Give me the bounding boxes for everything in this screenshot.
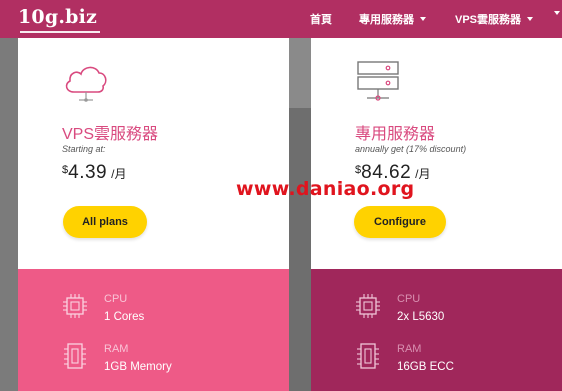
spec-label: RAM [397,343,422,355]
cpu-icon [355,293,381,324]
nav-home-label: 首頁 [310,14,332,26]
plan-card-dedicated: 專用服務器 annually get (17% discount) $84.62… [311,38,562,391]
spec-label: CPU [397,293,421,305]
chevron-down-icon [554,11,560,15]
spec-value: 2x L5630 [397,311,445,323]
site-logo[interactable]: 10g.biz [18,6,97,28]
price-period: /月 [415,167,431,181]
page-gutter [0,38,18,391]
watermark-text: www.daniao.org [236,178,415,200]
spec-label: CPU [104,293,128,305]
card-gap [289,38,311,391]
plan-subtitle: annually get (17% discount) [355,144,467,154]
all-plans-button[interactable]: All plans [63,206,147,238]
top-navbar: 10g.biz 首頁 專用服務器 VPS雲服務器 [0,0,562,38]
plan-subtitle: Starting at: [62,144,106,154]
nav-home[interactable]: 首頁 [310,11,332,27]
cloud-icon [62,60,110,111]
plan-card-vps: VPS雲服務器 Starting at: $4.39/月 All plans C… [18,38,289,391]
ram-icon [64,342,86,375]
ram-icon [357,342,379,375]
nav-overflow-caret[interactable] [554,11,560,15]
price-currency: $ [355,164,362,176]
logo-underline [20,31,100,33]
price-period: /月 [111,167,127,181]
nav-vps-servers[interactable]: VPS雲服務器 [455,11,534,27]
plan-title: 專用服務器 [355,126,436,143]
spec-value: 1 Cores [104,311,145,323]
nav-dedicated-label: 專用服務器 [359,14,414,26]
price-amount: 4.39 [68,162,108,183]
plan-price: $4.39/月 [62,162,126,184]
server-rack-icon [355,60,401,111]
plan-title: VPS雲服務器 [62,126,159,143]
cpu-icon [62,293,88,324]
price-currency: $ [62,164,69,176]
nav-vps-label: VPS雲服務器 [455,14,522,26]
plan-specs: CPU 2x L5630 RAM 16GB ECC [311,269,562,391]
chevron-down-icon [420,17,426,21]
configure-button[interactable]: Configure [354,206,446,238]
spec-value: 1GB Memory [104,361,172,373]
nav-dedicated-servers[interactable]: 專用服務器 [359,11,426,27]
spec-value: 16GB ECC [397,361,454,373]
plan-specs: CPU 1 Cores RAM 1GB Memory [18,269,289,391]
spec-label: RAM [104,343,129,355]
chevron-down-icon [527,17,534,21]
